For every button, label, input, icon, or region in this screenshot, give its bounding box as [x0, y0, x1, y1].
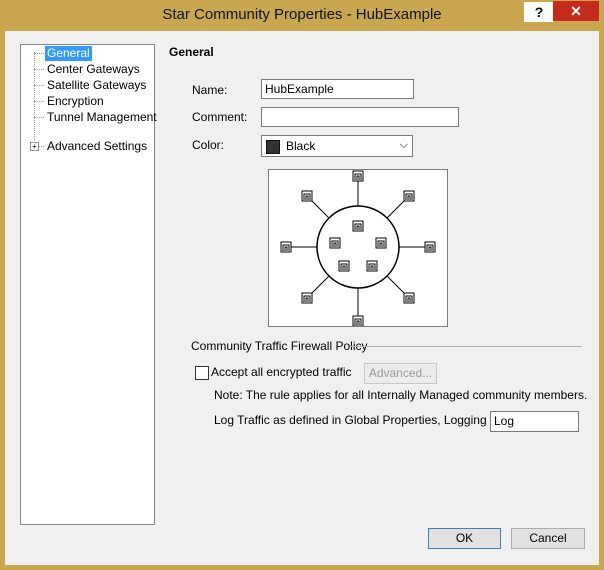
tree-connector	[34, 117, 44, 118]
tree-connector	[34, 53, 44, 54]
tree-connector	[34, 101, 44, 102]
star-topology-preview	[268, 169, 448, 327]
star-topology-icon	[280, 170, 436, 327]
color-select-value: Black	[286, 139, 316, 153]
tree-item-center-gateways[interactable]: Center Gateways	[45, 62, 142, 77]
group-divider	[350, 346, 582, 347]
policy-note: Note: The rule applies for all Internall…	[214, 388, 588, 402]
log-traffic-field: Log	[490, 411, 579, 432]
policy-group-label: Community Traffic Firewall Policy	[191, 339, 368, 353]
tree-connector	[34, 69, 44, 70]
close-button[interactable]: ✕	[553, 1, 599, 21]
ok-button[interactable]: OK	[428, 528, 501, 549]
navigation-tree: General Center Gateways Satellite Gatewa…	[20, 44, 157, 525]
log-traffic-label: Log Traffic as defined in Global Propert…	[214, 413, 513, 427]
expand-plus-icon[interactable]: +	[30, 142, 39, 151]
tree-item-encryption[interactable]: Encryption	[45, 94, 106, 109]
dialog-client-area: General Center Gateways Satellite Gatewa…	[5, 31, 599, 565]
cancel-button[interactable]: Cancel	[511, 528, 585, 549]
advanced-button[interactable]: Advanced...	[364, 363, 437, 384]
tree-item-advanced-settings[interactable]: Advanced Settings	[45, 139, 149, 154]
color-label: Color:	[192, 138, 225, 152]
tree-connector	[34, 85, 44, 86]
tree-item-tunnel-management[interactable]: Tunnel Management	[45, 110, 159, 125]
tree-item-satellite-gateways[interactable]: Satellite Gateways	[45, 78, 148, 93]
dialog-window: Star Community Properties - HubExample ?…	[0, 0, 604, 570]
accept-encrypted-label[interactable]: Accept all encrypted traffic	[211, 365, 352, 379]
accept-encrypted-checkbox[interactable]	[195, 366, 209, 380]
title-bar[interactable]: Star Community Properties - HubExample ?…	[1, 1, 603, 31]
window-title: Star Community Properties - HubExample	[162, 6, 442, 23]
page-title: General	[169, 45, 214, 59]
name-input[interactable]: HubExample	[261, 79, 414, 99]
comment-label: Comment:	[192, 110, 248, 124]
name-label: Name:	[192, 83, 228, 97]
color-swatch	[266, 140, 280, 154]
help-button[interactable]: ?	[523, 1, 555, 23]
tree-item-general[interactable]: General	[45, 46, 92, 61]
chevron-down-icon: ⌵	[399, 139, 408, 151]
tree-connector	[39, 146, 44, 147]
comment-input[interactable]	[261, 107, 459, 127]
color-select[interactable]: Black ⌵	[261, 135, 413, 157]
